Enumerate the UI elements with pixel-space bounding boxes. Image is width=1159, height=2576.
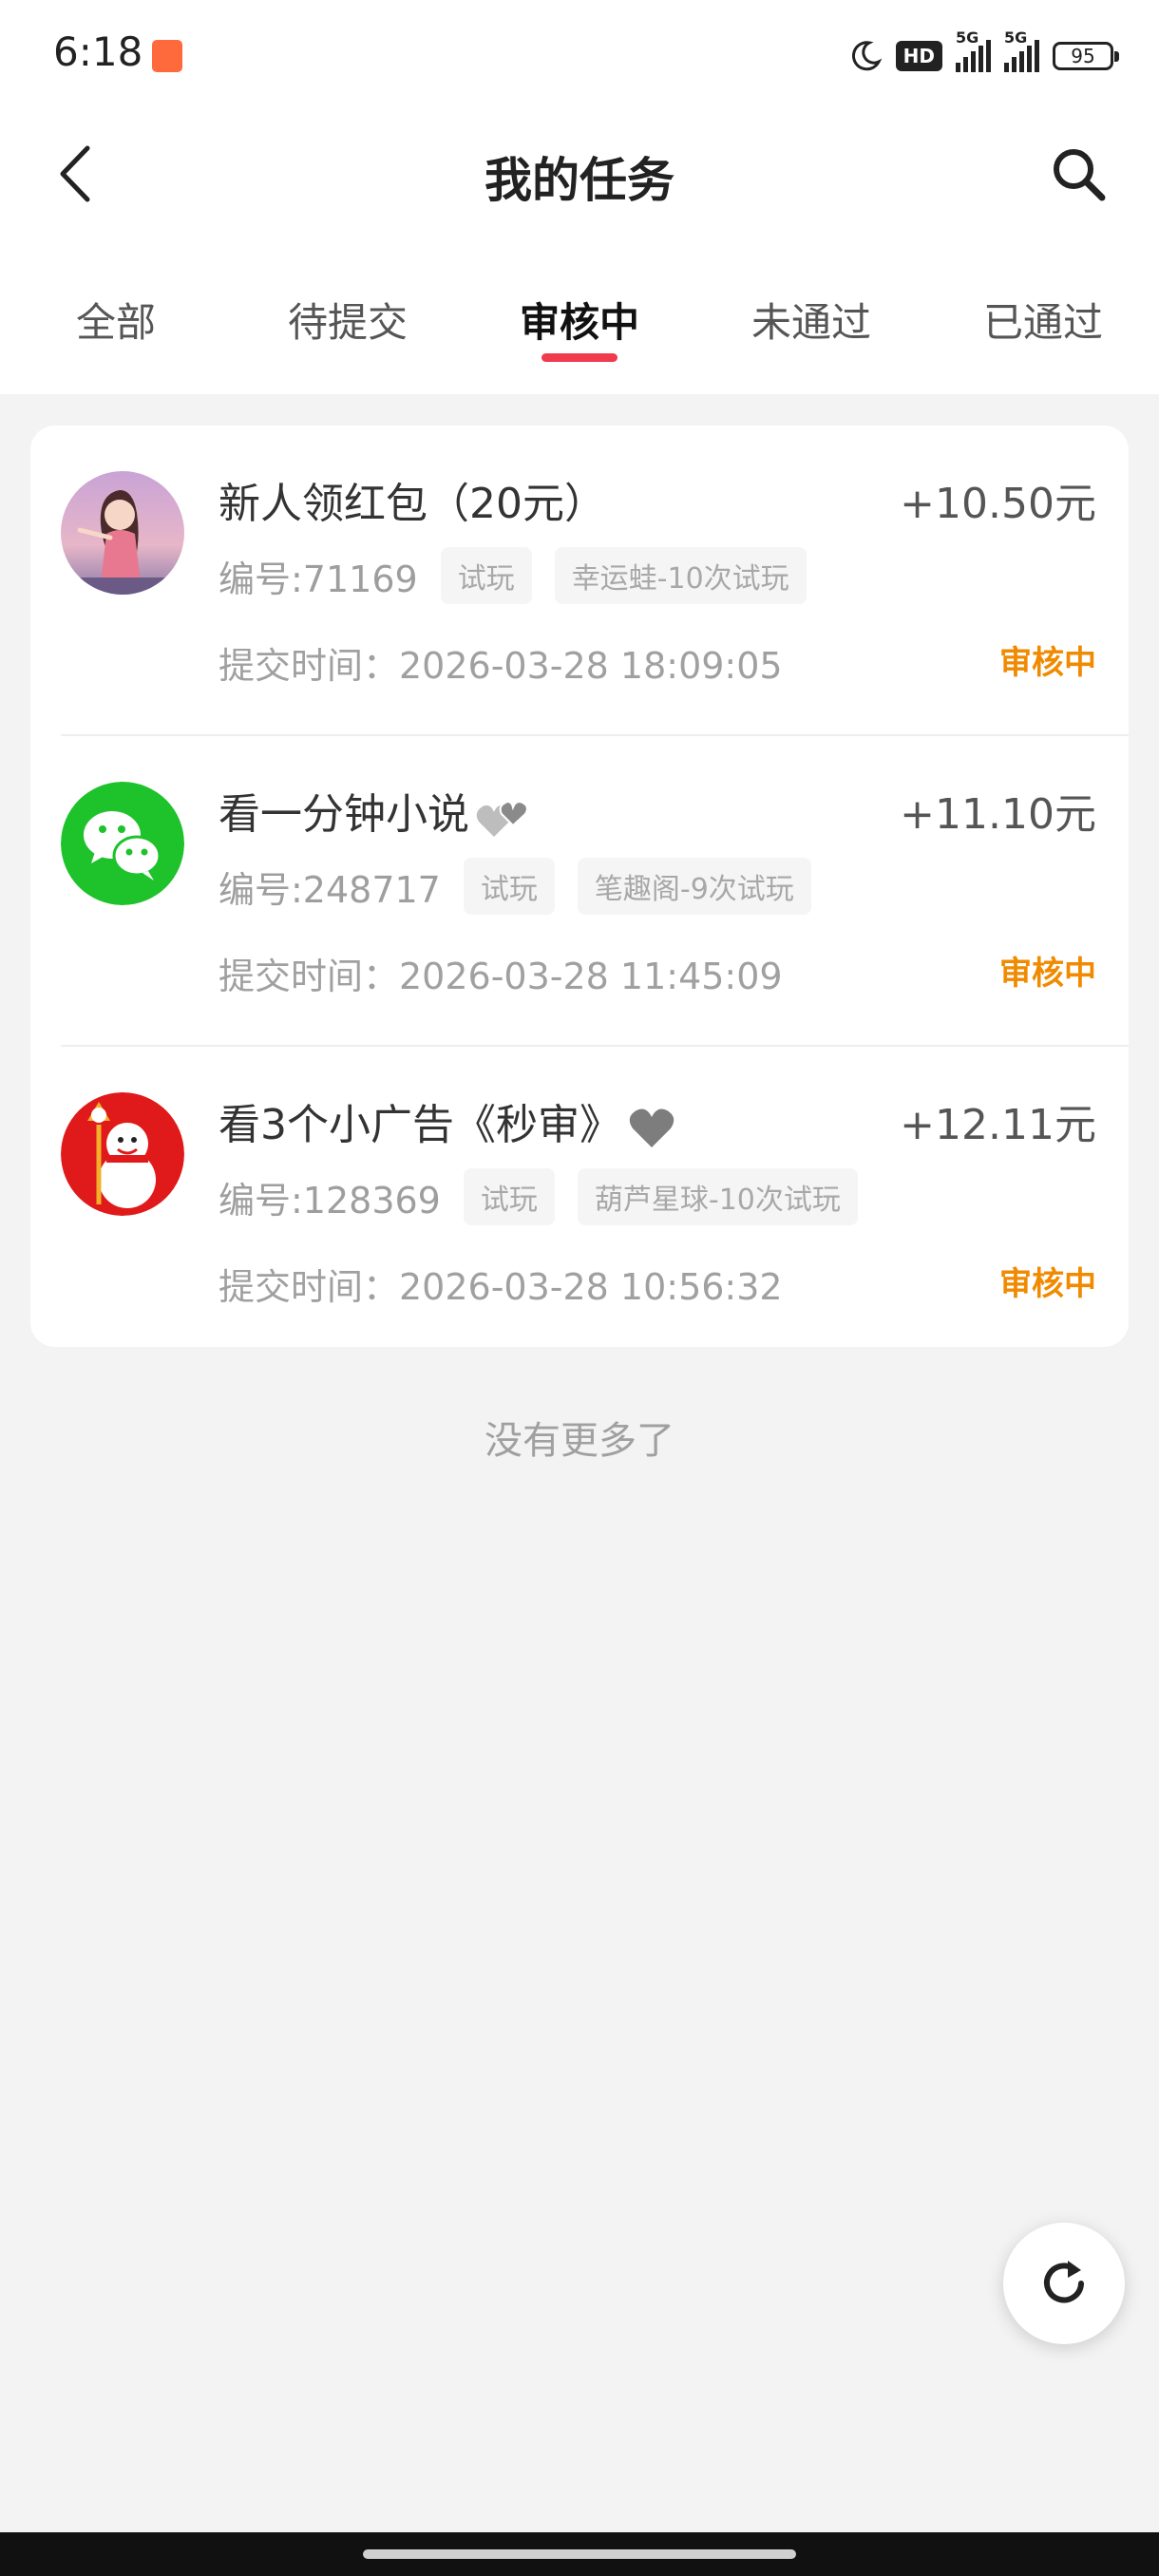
hearts-icon — [476, 801, 528, 837]
task-id: 编号:128369 — [218, 1179, 441, 1222]
task-tag: 试玩 — [440, 547, 532, 604]
signal-icon: 5G — [956, 28, 991, 72]
tab-pending-submit[interactable]: 待提交 — [288, 291, 408, 349]
task-title-text: 看一分钟小说 — [218, 790, 469, 839]
search-button[interactable] — [1045, 141, 1112, 207]
status-badge: 审核中 — [999, 1265, 1096, 1303]
submit-time: 提交时间：2026-03-28 11:45:09 — [218, 956, 783, 997]
tab-rejected[interactable]: 未通过 — [751, 291, 871, 349]
grey-heart-icon — [629, 1108, 674, 1147]
submit-time: 提交时间：2026-03-28 18:09:05 — [218, 645, 783, 687]
signal-icon-2: 5G — [1004, 28, 1039, 72]
network-type-2: 5G — [1004, 28, 1028, 47]
task-reward: +11.10元 — [900, 790, 1096, 839]
task-id: 编号:248717 — [218, 868, 441, 911]
task-title: 看3个小广告《秒审》 — [218, 1090, 676, 1151]
task-tag: 试玩 — [463, 1168, 555, 1225]
wechat-icon — [61, 782, 184, 905]
status-time: 6:18 — [53, 28, 143, 75]
moon-icon — [851, 41, 883, 71]
task-reward: +12.11元 — [900, 1101, 1096, 1149]
girl-avatar-icon — [61, 471, 184, 595]
task-title: 新人领红包（20元） — [218, 480, 606, 528]
task-item[interactable]: 看一分钟小说 +11.10元 编号:248717 试玩 笔趣阁-9次试玩 提交时… — [30, 736, 1129, 1047]
no-more-text: 没有更多了 — [484, 1419, 674, 1463]
home-indicator[interactable] — [363, 2549, 796, 2559]
status-icons: HD 5G 5G 95 — [848, 28, 1119, 80]
battery-icon: 95 — [1053, 42, 1119, 70]
task-meta: 编号:128369 试玩 葫芦星球-10次试玩 — [218, 1168, 858, 1225]
nav-bar: 我的任务 — [0, 114, 1159, 237]
task-tag: 幸运蛙-10次试玩 — [554, 547, 807, 604]
task-reward: +10.50元 — [900, 480, 1096, 528]
search-icon — [1054, 149, 1106, 201]
snowman-icon — [61, 1092, 184, 1216]
active-tab-indicator — [542, 353, 618, 362]
task-meta: 编号:248717 试玩 笔趣阁-9次试玩 — [218, 858, 811, 915]
tab-bar: 全部 待提交 审核中 未通过 已通过 — [0, 237, 1159, 394]
task-title-text: 看3个小广告《秒审》 — [218, 1101, 621, 1149]
task-tag: 试玩 — [463, 858, 555, 915]
task-avatar — [61, 782, 184, 905]
status-badge: 审核中 — [999, 644, 1096, 682]
task-tag: 笔趣阁-9次试玩 — [577, 858, 811, 915]
task-item[interactable]: 看3个小广告《秒审》 +12.11元 编号:128369 试玩 葫芦星球-10次… — [30, 1047, 1129, 1357]
hd-badge: HD — [895, 41, 942, 71]
refresh-icon — [1044, 2261, 1084, 2303]
page-title: 我的任务 — [484, 153, 674, 208]
task-meta: 编号:71169 试玩 幸运蛙-10次试玩 — [218, 547, 807, 604]
refresh-button[interactable] — [1003, 2223, 1125, 2344]
task-avatar — [61, 471, 184, 595]
submit-time: 提交时间：2026-03-28 10:56:32 — [218, 1266, 783, 1308]
tab-reviewing[interactable]: 审核中 — [520, 291, 639, 349]
task-id: 编号:71169 — [218, 558, 418, 600]
tab-approved[interactable]: 已通过 — [983, 291, 1103, 349]
shopping-bag-icon — [152, 40, 182, 72]
tab-all[interactable]: 全部 — [76, 291, 156, 349]
network-type: 5G — [956, 28, 979, 47]
status-badge: 审核中 — [999, 955, 1096, 993]
task-avatar — [61, 1092, 184, 1216]
task-tag: 葫芦星球-10次试玩 — [577, 1168, 858, 1225]
task-title: 看一分钟小说 — [218, 780, 532, 841]
task-item[interactable]: 新人领红包（20元） +10.50元 编号:71169 试玩 幸运蛙-10次试玩… — [30, 426, 1129, 736]
status-bar: 6:18 HD 5G 5G 95 — [0, 0, 1159, 114]
task-list: 新人领红包（20元） +10.50元 编号:71169 试玩 幸运蛙-10次试玩… — [30, 426, 1129, 1347]
